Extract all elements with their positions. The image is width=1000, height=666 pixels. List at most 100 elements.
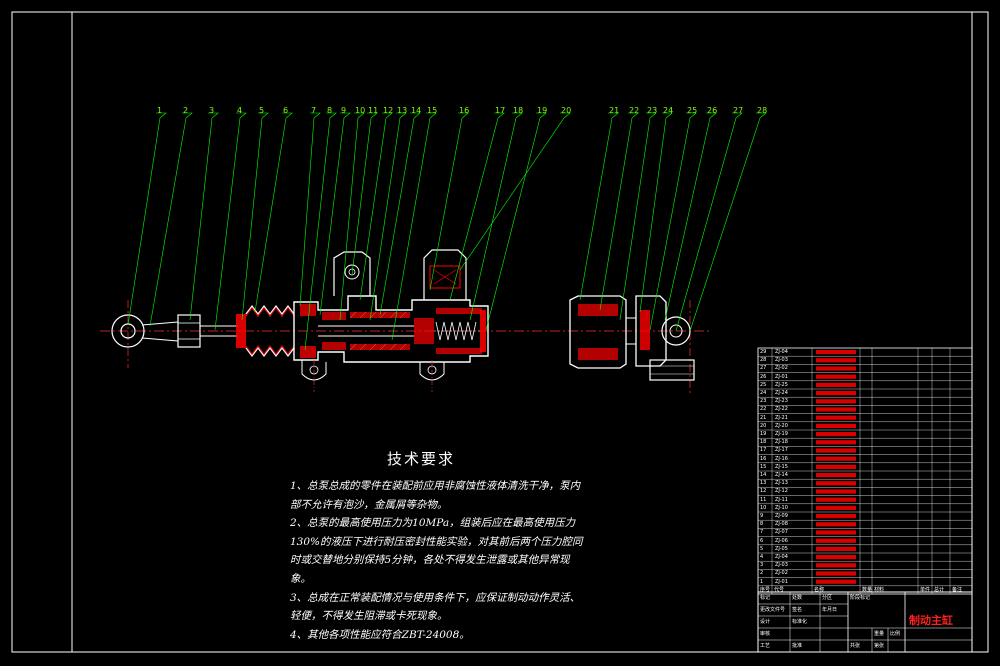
bom-row-name-mark	[816, 448, 856, 453]
callout-number: 24	[663, 106, 674, 115]
title-block-label: 分区	[822, 595, 833, 601]
bom-row-name-mark	[816, 538, 856, 543]
title-block-label: 处数	[792, 595, 803, 601]
bom-row-name-mark	[816, 432, 856, 437]
tech-requirement-item: 3、总成在正常装配情况与使用条件下，应保证制动动作灵活、轻便，不得发生阻滞或卡死…	[290, 591, 581, 623]
title-block-label: 工艺	[760, 643, 771, 649]
callout-number: 12	[383, 106, 394, 115]
callout-number: 16	[459, 106, 470, 115]
drawing-title: 制动主缸	[909, 614, 953, 627]
callout-number: 23	[647, 106, 658, 115]
leader-line	[149, 112, 193, 327]
leader-line	[319, 112, 351, 316]
title-block-label: 共张	[850, 643, 861, 649]
inlet-fitting-2	[423, 249, 467, 300]
title-block-label: 设计	[760, 619, 771, 625]
tech-requirement-item: 2、总泵的最高使用压力为10MPa，组装后应在最高使用压力130%的液压下进行耐…	[290, 517, 583, 585]
title-block-label: 审核	[760, 631, 771, 637]
title-block-label: 年月日	[822, 607, 838, 613]
tech-requirements-title: 技术要求	[387, 450, 456, 468]
leader-line	[649, 112, 697, 331]
leader-line	[429, 112, 469, 291]
bom-row-name-mark	[816, 497, 856, 502]
bom-header-cell: 总计	[934, 586, 945, 593]
bom-row-name-mark	[816, 563, 856, 568]
side-view-assembly	[569, 295, 695, 381]
bom-row-name-mark	[816, 399, 856, 404]
callout-number: 27	[733, 106, 744, 115]
leader-line	[619, 112, 657, 321]
bom-row-name-mark	[816, 473, 856, 478]
leader-lines	[127, 112, 767, 351]
leader-line	[391, 112, 437, 341]
bom-row-name-mark	[816, 481, 856, 486]
bom-header-cell: 单件	[920, 586, 931, 593]
callout-number: 22	[629, 106, 640, 115]
bom-row-name-mark	[816, 489, 856, 494]
bom-row-name-mark	[816, 456, 856, 461]
callout-number: 14	[411, 106, 422, 115]
title-block-label: 签名	[792, 607, 803, 613]
bom-row-name-mark	[816, 423, 856, 428]
tech-requirements-list: 1、总泵总成的零件在装配前应用非腐蚀性液体清洗干净，泵内部不允许有泡沙，金属屑等…	[290, 477, 590, 644]
callout-number: 28	[757, 106, 768, 115]
bom-header-cell: 备注	[952, 586, 963, 593]
leader-line	[459, 112, 571, 271]
callout-number: 8	[327, 106, 333, 115]
bom-row-name-mark	[816, 571, 856, 576]
bom-table	[757, 347, 973, 595]
bom-row-name-mark	[816, 407, 856, 412]
title-block-label: 比例	[890, 631, 901, 637]
bom-row-name-mark	[816, 505, 856, 510]
title-block-label: 第张	[874, 643, 885, 649]
bom-row-name-mark	[816, 440, 856, 445]
callout-number: 7	[311, 106, 317, 115]
leader-line	[485, 112, 547, 331]
bom-row-name-mark	[816, 374, 856, 379]
callout-number: 9	[341, 106, 347, 115]
callout-number: 5	[259, 106, 265, 115]
callout-number: 10	[355, 106, 366, 115]
mounting-lugs	[301, 360, 445, 392]
leader-line	[579, 112, 619, 301]
title-block-label: 批准	[792, 643, 803, 649]
leader-line	[189, 112, 219, 321]
callout-number: 25	[687, 106, 698, 115]
leader-line	[339, 112, 365, 321]
bom-row-name-mark	[816, 358, 856, 363]
callout-number: 15	[427, 106, 438, 115]
callout-number: 17	[495, 106, 506, 115]
bom-header-cell: 材料	[874, 586, 885, 593]
leader-line	[241, 112, 269, 321]
callout-number: 4	[237, 106, 243, 115]
tech-requirement-item: 4、其他各项性能应符合ZBT-24008。	[290, 628, 470, 641]
bom-row-name-mark	[816, 366, 856, 371]
leader-line	[675, 112, 743, 332]
title-block-label: 标记	[760, 595, 771, 601]
bom-row-name-mark	[816, 350, 856, 355]
callout-number: 1	[157, 106, 163, 115]
callout-number: 13	[397, 106, 408, 115]
callout-number: 26	[707, 106, 718, 115]
callout-number: 18	[513, 106, 524, 115]
callout-number: 3	[209, 106, 215, 115]
leader-line	[214, 112, 247, 331]
leader-line	[254, 112, 293, 313]
leader-line	[599, 112, 639, 311]
callout-number: 20	[561, 106, 572, 115]
bom-row-name-mark	[816, 579, 856, 584]
callout-number: 6	[283, 106, 289, 115]
title-block-label: 重量	[874, 631, 885, 637]
title-block-label: 标准化	[792, 619, 808, 625]
bom-row-name-mark	[816, 555, 856, 560]
leader-line	[351, 112, 378, 276]
bom-row-name-mark	[816, 464, 856, 469]
title-block-label: 阶段标记	[850, 595, 871, 601]
bom-row-name-mark	[816, 530, 856, 535]
cad-drawing-sheet: 1 2 3 4 5 6 7 8 9 10 11 12 13 14 15 16 17 18 19 20 21 22 23 24 2…	[0, 0, 1000, 666]
bom-row-name-mark	[816, 514, 856, 519]
leader-line	[299, 112, 321, 307]
callout-number: 11	[368, 106, 379, 115]
bom-row-name-mark	[816, 415, 856, 420]
bom-row-name-mark	[816, 546, 856, 551]
